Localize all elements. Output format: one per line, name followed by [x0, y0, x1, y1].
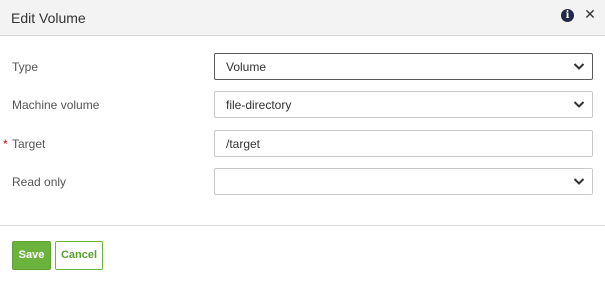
close-icon[interactable]: ✕: [583, 7, 597, 23]
read-only-select[interactable]: [214, 168, 593, 195]
dialog-title: Edit Volume: [11, 10, 86, 26]
footer-divider: [0, 225, 605, 226]
chevron-down-icon: [573, 63, 585, 70]
read-only-label: Read only: [12, 175, 67, 189]
chevron-down-icon: [573, 101, 585, 108]
type-select-value: Volume: [226, 60, 267, 74]
machine-volume-select-value: file-directory: [226, 98, 292, 112]
save-button[interactable]: Save: [12, 241, 51, 270]
chevron-down-icon: [573, 178, 585, 185]
type-select[interactable]: Volume: [214, 53, 593, 80]
required-marker: *: [3, 137, 8, 151]
type-label: Type: [12, 60, 39, 74]
target-label: Target: [12, 137, 46, 151]
target-input[interactable]: [214, 130, 593, 157]
machine-volume-select[interactable]: file-directory: [214, 91, 593, 118]
info-icon[interactable]: i: [561, 9, 574, 22]
machine-volume-label: Machine volume: [12, 98, 100, 112]
dialog-header: Edit Volume i ✕: [0, 0, 605, 36]
cancel-button[interactable]: Cancel: [55, 241, 103, 270]
